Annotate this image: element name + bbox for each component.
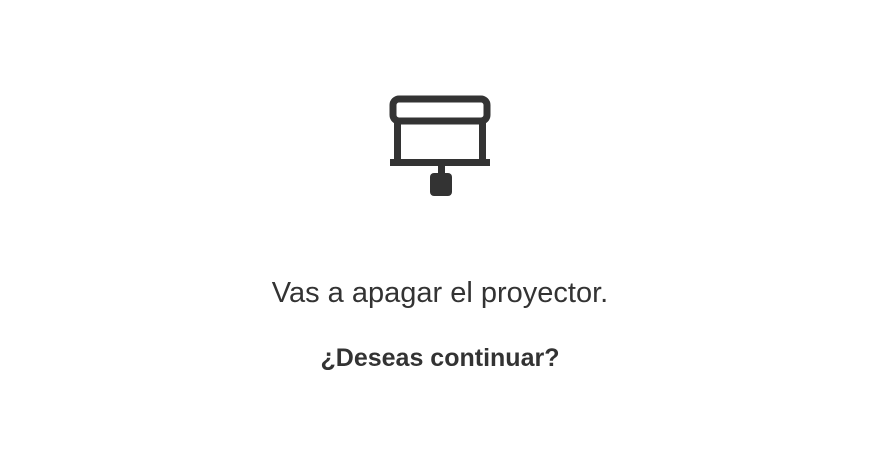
dialog-question: ¿Deseas continuar? [320, 344, 560, 372]
dialog-message: Vas a apagar el proyector. [271, 277, 609, 309]
projector-screen-icon [388, 95, 492, 199]
confirm-dialog: Vas a apagar el proyector. ¿Deseas conti… [0, 0, 880, 458]
